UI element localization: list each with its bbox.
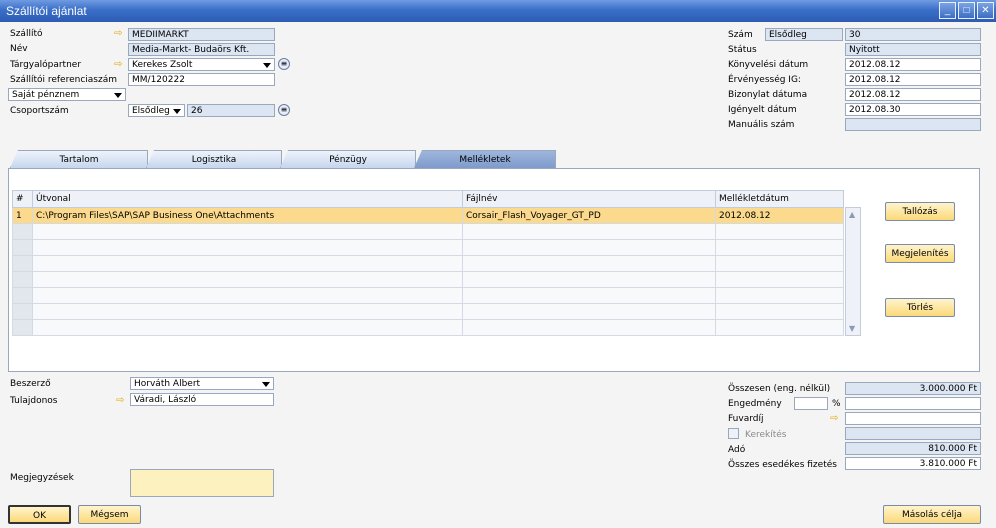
vertical-scrollbar[interactable]: ▲ ▼ bbox=[845, 207, 861, 336]
status-label: Státus bbox=[728, 45, 757, 55]
table-row[interactable]: 1 C:\Program Files\SAP\SAP Business One\… bbox=[12, 207, 844, 224]
series-select[interactable]: Elsődleg bbox=[765, 28, 843, 41]
link-arrow-icon[interactable]: ⇨ bbox=[114, 29, 126, 39]
copy-to-button[interactable]: Másolás célja bbox=[883, 505, 981, 524]
valid-until-field[interactable]: 2012.08.12 bbox=[845, 73, 981, 86]
group-field[interactable]: 26 bbox=[187, 104, 275, 117]
column-header-num[interactable]: # bbox=[12, 190, 33, 208]
discount-percent-field[interactable] bbox=[794, 397, 828, 410]
document-date-field[interactable]: 2012.08.12 bbox=[845, 88, 981, 101]
before-discount-label: Összesen (eng. nélkül) bbox=[728, 384, 831, 394]
rounding-label: Kerekítés bbox=[745, 430, 787, 440]
delete-button[interactable]: Törlés bbox=[885, 298, 955, 317]
contact-label: Tárgyalópartner bbox=[10, 60, 82, 70]
browse-button[interactable]: Tallózás bbox=[885, 202, 955, 221]
discount-field[interactable] bbox=[845, 397, 981, 410]
list-icon[interactable]: ≡ bbox=[278, 104, 290, 116]
freight-field[interactable] bbox=[845, 412, 981, 425]
number-label: Szám bbox=[728, 30, 753, 40]
column-header-filename[interactable]: Fájlnév bbox=[462, 190, 716, 208]
freight-label: Fuvardíj bbox=[728, 414, 764, 424]
table-row[interactable] bbox=[12, 239, 844, 256]
tax-label: Adó bbox=[728, 445, 746, 455]
discount-label: Engedmény bbox=[728, 399, 782, 409]
required-date-label: Igényelt dátum bbox=[728, 105, 797, 115]
display-button[interactable]: Megjelenítés bbox=[885, 244, 955, 263]
buyer-label: Beszerző bbox=[10, 379, 51, 389]
currency-select[interactable]: Saját pénznem bbox=[8, 88, 126, 101]
tab-logisztika[interactable]: Logisztika bbox=[146, 150, 282, 168]
tax-field[interactable]: 810.000 Ft bbox=[845, 442, 981, 455]
cancel-button[interactable]: Mégsem bbox=[78, 505, 141, 524]
before-discount-field[interactable]: 3.000.000 Ft bbox=[845, 382, 981, 395]
name-label: Név bbox=[10, 44, 28, 54]
posting-date-label: Könyvelési dátum bbox=[728, 60, 809, 70]
rounding-field[interactable] bbox=[845, 427, 981, 440]
ok-button[interactable]: OK bbox=[8, 505, 71, 524]
rounding-checkbox[interactable] bbox=[728, 428, 739, 439]
remarks-label: Megjegyzések bbox=[10, 473, 74, 483]
owner-field[interactable]: Váradi, László bbox=[130, 393, 274, 406]
row-number: 1 bbox=[12, 207, 33, 224]
required-date-field[interactable]: 2012.08.30 bbox=[845, 103, 981, 116]
vendor-label: Szállító bbox=[10, 29, 43, 39]
table-row[interactable] bbox=[12, 287, 844, 304]
owner-label: Tulajdonos bbox=[10, 396, 58, 406]
link-arrow-icon[interactable]: ⇨ bbox=[116, 396, 128, 406]
tab-mellekletek[interactable]: Mellékletek bbox=[414, 150, 556, 168]
minimize-icon[interactable]: _ bbox=[939, 2, 956, 19]
tab-penzugy[interactable]: Pénzügy bbox=[280, 150, 416, 168]
maximize-icon[interactable]: □ bbox=[958, 2, 975, 19]
status-field[interactable]: Nyitott bbox=[845, 43, 981, 56]
link-arrow-icon[interactable]: ⇨ bbox=[830, 414, 842, 424]
buyer-select[interactable]: Horváth Albert bbox=[130, 377, 274, 390]
table-row[interactable] bbox=[12, 255, 844, 272]
window-title-bar: Szállítói ajánlat _ □ ✕ bbox=[0, 0, 996, 22]
table-row[interactable] bbox=[12, 319, 844, 336]
total-label: Összes esedékes fizetés bbox=[728, 460, 837, 470]
manual-number-label: Manuális szám bbox=[728, 120, 795, 130]
document-date-label: Bizonylat dátuma bbox=[728, 90, 808, 100]
name-field[interactable]: Media-Markt- Budaörs Kft. bbox=[128, 43, 275, 56]
scroll-down-icon[interactable]: ▼ bbox=[849, 324, 855, 333]
column-header-path[interactable]: Útvonal bbox=[32, 190, 463, 208]
posting-date-field[interactable]: 2012.08.12 bbox=[845, 58, 981, 71]
close-icon[interactable]: ✕ bbox=[977, 2, 994, 19]
attachments-table: # Útvonal Fájlnév Mellékletdátum 1 C:\Pr… bbox=[12, 190, 844, 336]
list-icon[interactable]: ≡ bbox=[278, 58, 290, 70]
column-header-date[interactable]: Mellékletdátum bbox=[715, 190, 844, 208]
scroll-up-icon[interactable]: ▲ bbox=[849, 210, 855, 219]
tab-tartalom[interactable]: Tartalom bbox=[10, 150, 148, 168]
path-cell[interactable]: C:\Program Files\SAP\SAP Business One\At… bbox=[32, 207, 463, 224]
window-title: Szállítói ajánlat bbox=[6, 4, 87, 18]
filename-cell[interactable]: Corsair_Flash_Voyager_GT_PD bbox=[462, 207, 716, 224]
group-select[interactable]: Elsődleg bbox=[128, 104, 185, 117]
percent-sign: % bbox=[832, 399, 841, 409]
total-field[interactable]: 3.810.000 Ft bbox=[845, 457, 981, 470]
number-field[interactable]: 30 bbox=[845, 28, 981, 41]
table-row[interactable] bbox=[12, 271, 844, 288]
remarks-field[interactable] bbox=[130, 469, 274, 497]
valid-until-label: Érvényesség IG: bbox=[728, 75, 801, 85]
table-row[interactable] bbox=[12, 223, 844, 240]
vendor-ref-field[interactable]: MM/120222 bbox=[128, 73, 275, 86]
table-row[interactable] bbox=[12, 303, 844, 320]
manual-number-field[interactable] bbox=[845, 118, 981, 131]
group-label: Csoportszám bbox=[10, 106, 69, 116]
vendor-field[interactable]: MEDIIMARKT bbox=[128, 28, 275, 41]
vendor-ref-label: Szállítói referenciaszám bbox=[10, 75, 117, 85]
link-arrow-icon[interactable]: ⇨ bbox=[114, 60, 126, 70]
contact-select[interactable]: Kerekes Zsolt bbox=[128, 58, 275, 71]
date-cell[interactable]: 2012.08.12 bbox=[715, 207, 844, 224]
